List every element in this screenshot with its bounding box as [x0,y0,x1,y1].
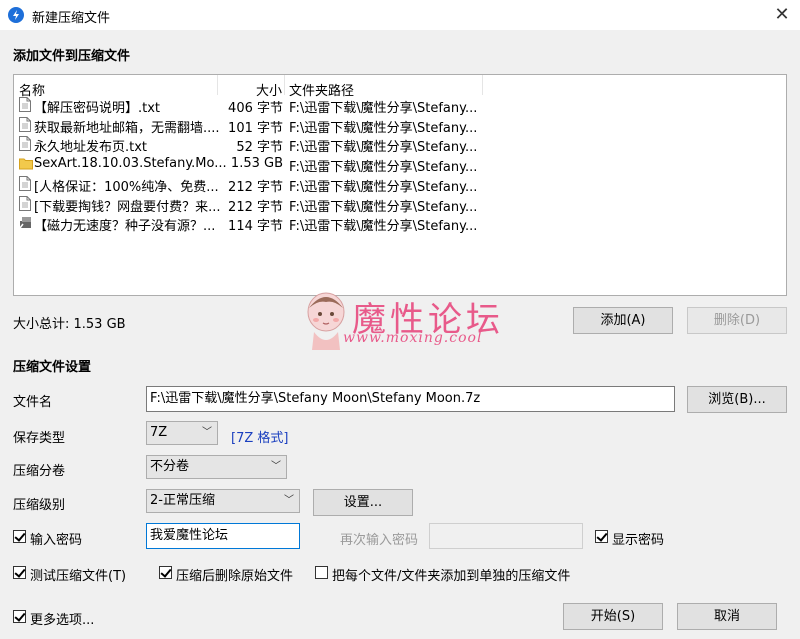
file-size: 52 字节 [236,140,283,156]
window-title: 新建压缩文件 [32,11,111,26]
document-icon [19,175,31,191]
close-icon[interactable]: ✕ [768,3,796,27]
document-icon [19,195,31,211]
file-name: [人格保证：100%纯净、免费... [34,179,219,195]
app-icon [8,7,24,23]
settings-button[interactable]: 设置... [313,489,413,516]
delete-button[interactable]: 删除(D) [687,307,787,334]
more-options-checkbox[interactable] [13,610,26,623]
file-row[interactable]: 【解压密码说明】.txt 406 字节 F:\迅雷下载\魔性分享\Stefany..… [14,95,786,116]
delete-after-label[interactable]: 压缩后删除原始文件 [176,565,293,584]
file-name: [下载要掏钱？网盘要付费？来... [34,199,221,215]
file-size: 114 字节 [228,219,283,235]
add-button[interactable]: 添加(A) [573,307,673,334]
cancel-button[interactable]: 取消 [677,603,777,630]
file-name: 获取最新地址邮箱，无需翻墙.... [34,120,220,136]
level-label: 压缩级别 [13,498,66,513]
filename-input[interactable]: F:\迅雷下载\魔性分享\Stefany Moon\Stefany Moon.7… [146,386,675,412]
file-size: 212 字节 [228,199,283,215]
title-bar [0,0,800,30]
chevron-down-icon: ﹀ [202,427,212,438]
file-name: 永久地址发布页.txt [34,140,148,156]
level-select[interactable]: 2-正常压缩 ﹀ [146,489,300,513]
separate-archives-checkbox[interactable] [315,566,328,579]
type-select[interactable]: 7Z ﹀ [146,421,218,445]
file-size: 101 字节 [228,120,283,136]
chevron-down-icon: ﹀ [284,495,294,506]
type-select-value: 7Z [150,425,168,440]
file-row[interactable]: 【磁力无速度？种子没有源？... 114 字节 F:\迅雷下载\魔性分享\Stefa… [14,213,786,235]
file-path: F:\迅雷下载\魔性分享\Stefany... [289,219,478,235]
password-checkbox-label[interactable]: 输入密码 [30,529,82,548]
level-select-value: 2-正常压缩 [150,493,215,508]
show-password-label[interactable]: 显示密码 [612,529,664,548]
file-row[interactable]: SexArt.18.10.03.Stefany.Mo... 1.53 GB F:\迅… [14,154,786,176]
file-row[interactable]: [下载要掏钱？网盘要付费？来... 212 字节 F:\迅雷下载\魔性分享\Stef… [14,194,786,215]
add-section-title: 添加文件到压缩文件 [13,49,131,64]
test-archive-checkbox[interactable] [13,566,26,579]
start-button[interactable]: 开始(S) [563,603,663,630]
watermark-url: www.moxing.cool [343,330,483,346]
document-icon [19,116,31,132]
folder-icon [19,156,33,171]
type-format-link[interactable]: [7Z 格式] [231,427,288,446]
file-row[interactable]: 永久地址发布页.txt 52 字节 F:\迅雷下载\魔性分享\Stefany... [14,134,786,156]
volume-label: 压缩分卷 [13,464,66,479]
document-icon [19,97,31,112]
total-size: 大小总计: 1.53 GB [13,317,126,332]
file-path: F:\迅雷下载\魔性分享\Stefany... [289,179,478,195]
file-size: 406 字节 [228,101,283,116]
test-archive-label[interactable]: 测试压缩文件(T) [30,565,126,584]
shortcut-icon [19,215,31,230]
repeat-password-label: 再次输入密码 [340,533,419,548]
filename-label: 文件名 [13,395,53,410]
file-list[interactable]: 名称 大小 文件夹路径 【解压密码说明】.txt 406 字节 F:\迅雷下载\魔性… [13,74,787,296]
settings-section-title: 压缩文件设置 [13,360,92,375]
type-label: 保存类型 [13,431,66,446]
separate-archives-label[interactable]: 把每个文件/文件夹添加到单独的压缩文件 [332,565,570,584]
file-path: F:\迅雷下载\魔性分享\Stefany... [289,199,478,215]
repeat-password-input[interactable] [429,523,583,549]
delete-after-checkbox[interactable] [159,566,172,579]
more-options-label[interactable]: 更多选项... [30,609,94,628]
file-row[interactable]: [人格保证：100%纯净、免费... 212 字节 F:\迅雷下载\魔性分享\Ste… [14,174,786,195]
show-password-checkbox[interactable] [595,530,608,543]
browse-button[interactable]: 浏览(B)... [687,386,787,413]
file-row[interactable]: 获取最新地址邮箱，无需翻墙.... 101 字节 F:\迅雷下载\魔性分享\Stef… [14,115,786,136]
watermark-face-icon [304,290,348,352]
file-name: SexArt.18.10.03.Stefany.Mo... [34,156,227,172]
file-size: 1.53 GB [230,156,283,172]
file-name: 【磁力无速度？种子没有源？... [34,219,216,235]
file-size: 212 字节 [228,179,283,195]
chevron-down-icon: ﹀ [271,461,281,472]
password-input[interactable]: 我爱魔性论坛 [146,523,300,549]
file-path: F:\迅雷下载\魔性分享\Stefany... [289,120,478,136]
file-path: F:\迅雷下载\魔性分享\Stefany... [289,160,478,176]
file-name: 【解压密码说明】.txt [34,101,161,116]
file-path: F:\迅雷下载\魔性分享\Stefany... [289,140,478,156]
file-path: F:\迅雷下载\魔性分享\Stefany... [289,101,478,116]
volume-select-value: 不分卷 [150,459,190,474]
password-checkbox[interactable] [13,530,26,543]
document-icon [19,136,31,152]
volume-select[interactable]: 不分卷 ﹀ [146,455,287,479]
